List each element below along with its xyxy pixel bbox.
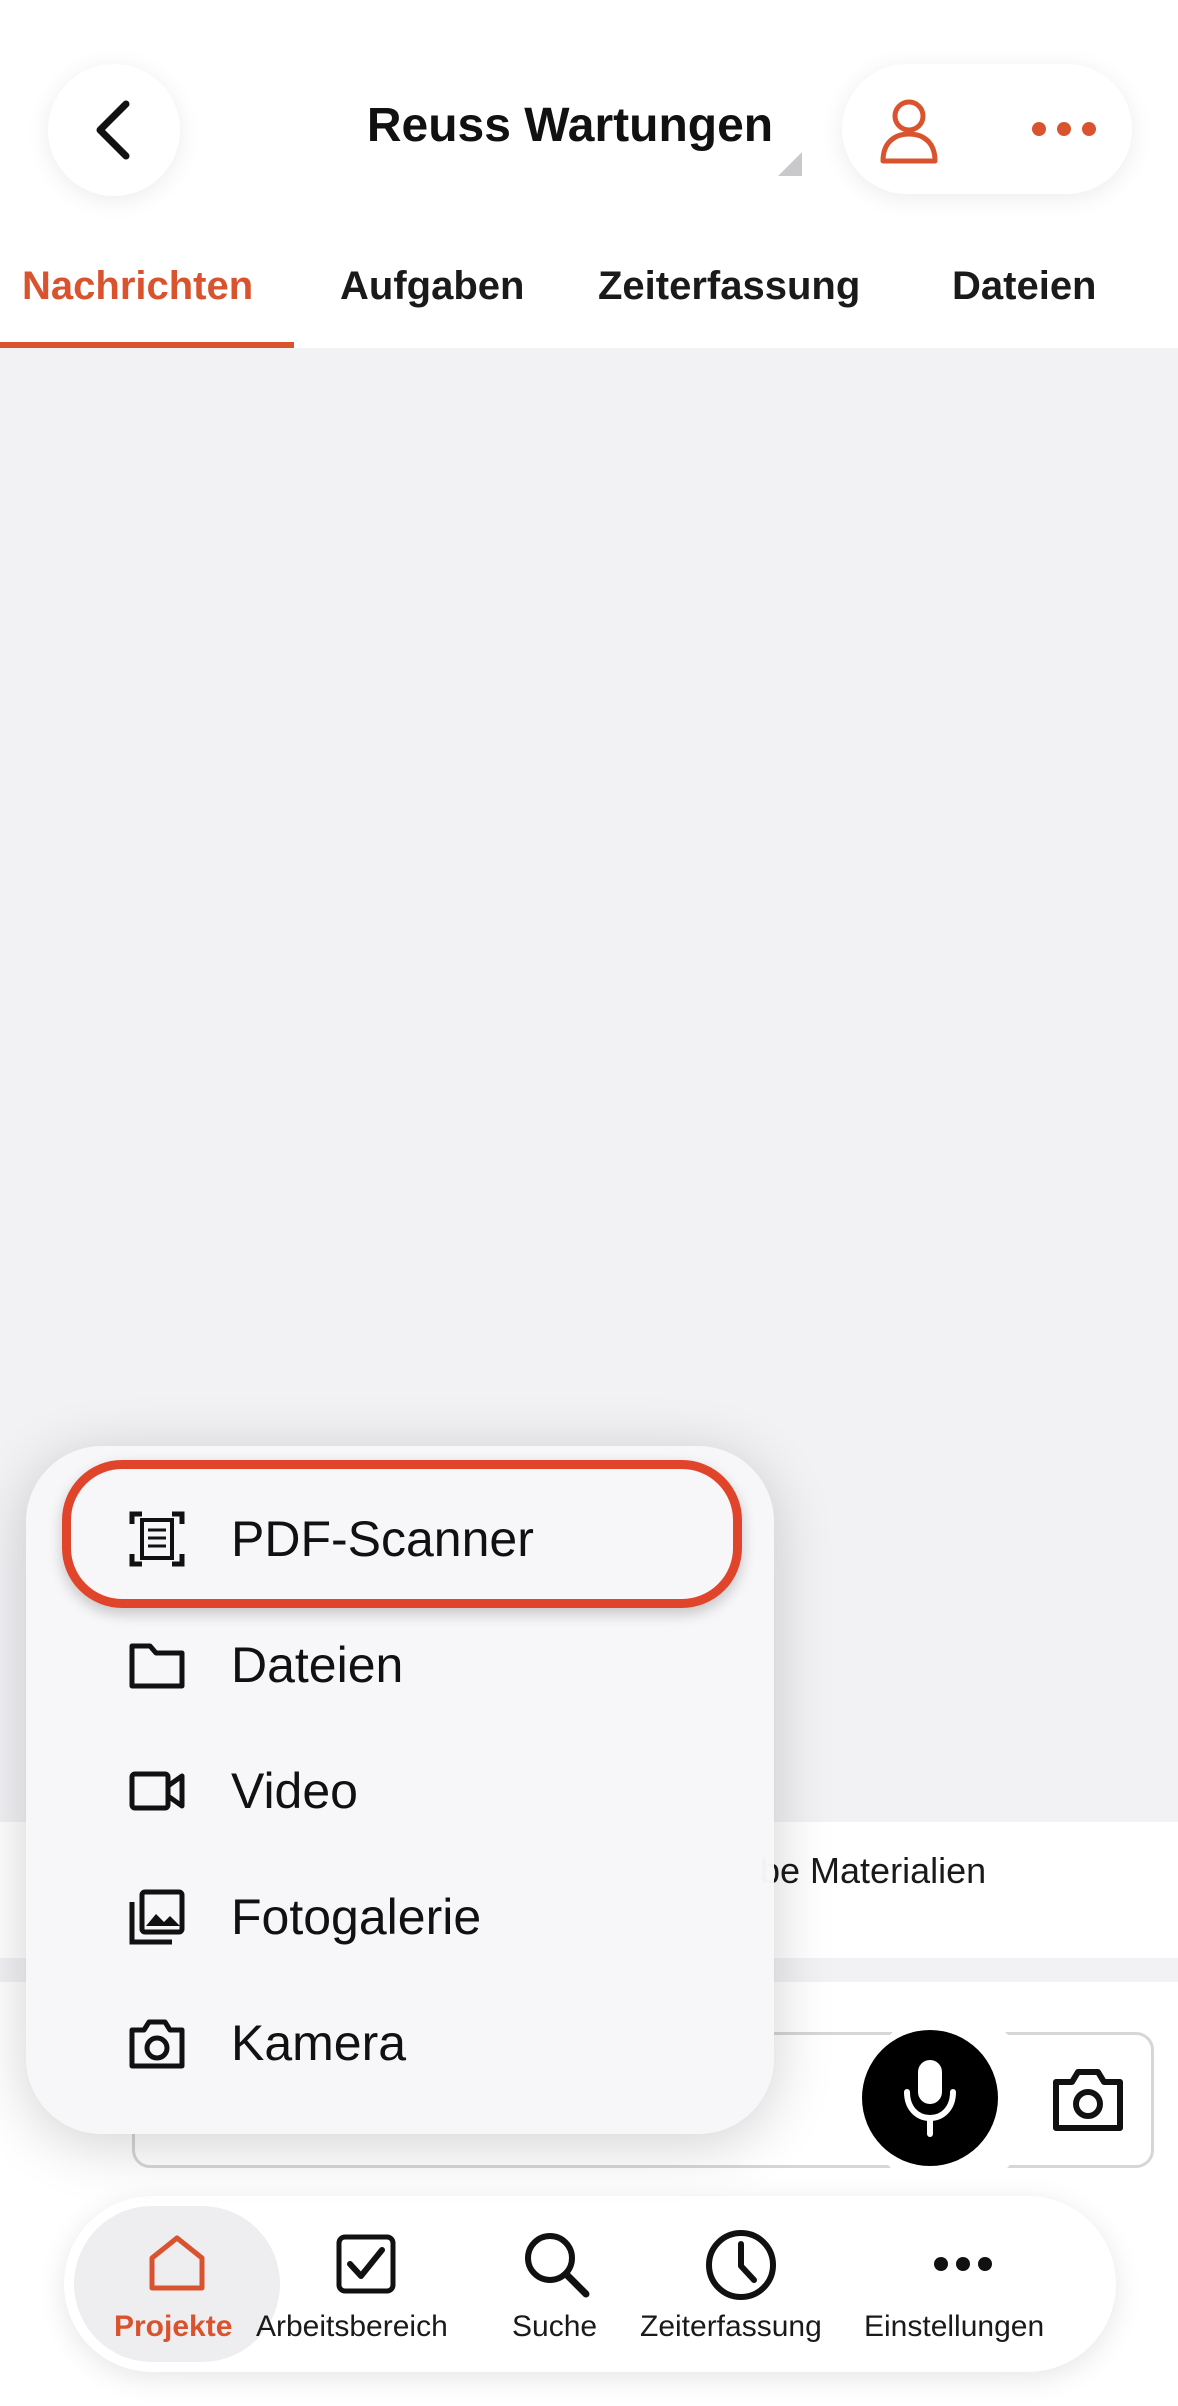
info-text: be Materialien (760, 1850, 987, 1891)
more-dots-icon[interactable] (932, 2252, 994, 2276)
photo-gallery-icon (129, 1889, 185, 1945)
menu-label-video: Video (231, 1763, 358, 1819)
tab-nachrichten[interactable]: Nachrichten (22, 264, 253, 309)
menu-item-fotogalerie[interactable]: Fotogalerie (26, 1858, 774, 1978)
highlight-ring (62, 1460, 742, 1608)
tab-dateien[interactable]: Dateien (952, 264, 1097, 309)
chevron-left-icon (96, 100, 130, 160)
more-dots-icon[interactable] (1030, 114, 1098, 144)
menu-label-dateien: Dateien (231, 1637, 404, 1693)
person-icon[interactable] (878, 98, 940, 164)
back-button[interactable] (48, 64, 180, 196)
tab-zeiterfassung[interactable]: Zeiterfassung (598, 264, 860, 309)
clock-icon[interactable] (704, 2228, 778, 2302)
home-icon[interactable] (146, 2232, 208, 2294)
folder-icon (129, 1643, 185, 1689)
menu-item-video[interactable]: Video (26, 1732, 774, 1852)
nav-einstellungen[interactable]: Einstellungen (864, 2310, 1044, 2344)
microphone-icon (904, 2060, 956, 2137)
menu-label-fotogalerie: Fotogalerie (231, 1889, 482, 1945)
checkbox-icon[interactable] (334, 2232, 398, 2296)
camera-icon (129, 2019, 185, 2069)
nav-zeiterfassung[interactable]: Zeiterfassung (640, 2310, 822, 2344)
search-icon[interactable] (522, 2230, 592, 2300)
video-camera-icon (129, 1771, 185, 1811)
menu-item-kamera[interactable]: Kamera (26, 1984, 774, 2104)
page-title: Reuss Wartungen (366, 99, 774, 152)
tab-aufgaben[interactable]: Aufgaben (340, 264, 524, 309)
nav-suche[interactable]: Suche (512, 2310, 597, 2344)
camera-icon[interactable] (1050, 2064, 1126, 2134)
menu-label-kamera: Kamera (231, 2015, 407, 2071)
title-corner-mark (778, 152, 802, 176)
microphone-button[interactable] (862, 2030, 998, 2166)
menu-item-dateien[interactable]: Dateien (26, 1606, 774, 1726)
nav-arbeitsbereich[interactable]: Arbeitsbereich (256, 2310, 448, 2344)
nav-projekte[interactable]: Projekte (114, 2310, 232, 2344)
